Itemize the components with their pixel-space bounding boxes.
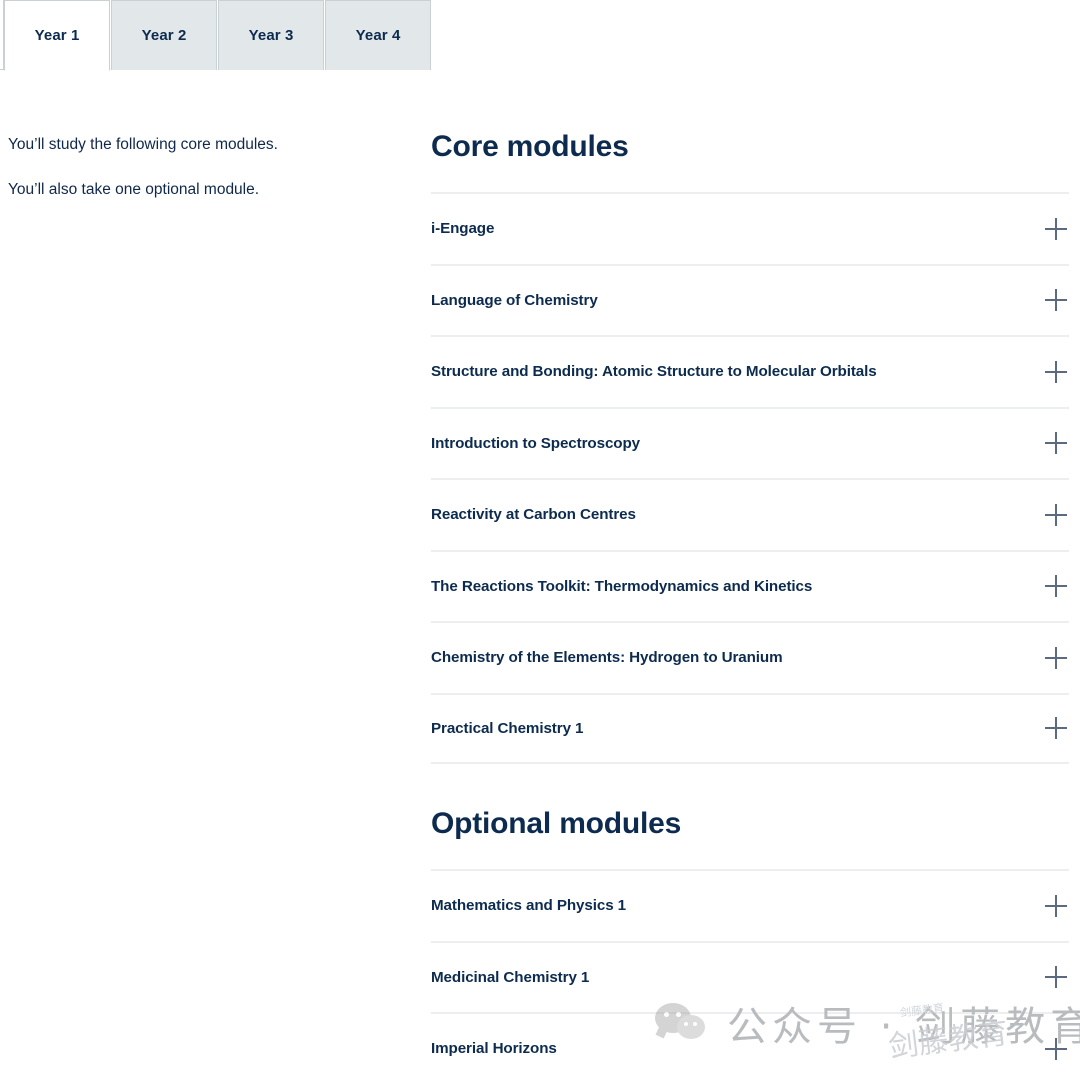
plus-icon[interactable] <box>1045 503 1067 526</box>
module-accordion-item[interactable]: Practical Chemistry 1 <box>431 692 1069 764</box>
module-title: Medicinal Chemistry 1 <box>431 968 590 986</box>
tab-year-2-label: Year 2 <box>141 27 187 44</box>
core-modules-heading: Core modules <box>431 130 629 163</box>
module-accordion-item[interactable]: Chemistry of the Elements: Hydrogen to U… <box>431 621 1069 693</box>
plus-icon[interactable] <box>1045 575 1067 598</box>
plus-icon[interactable] <box>1045 717 1067 740</box>
optional-modules-heading: Optional modules <box>431 807 682 840</box>
modules-column: Core modules i-Engage Language of Chemis… <box>431 130 1069 1077</box>
year-tab-bar: Year 1 Year 2 Year 3 Year 4 <box>0 0 1080 72</box>
intro-paragraph-core: You’ll study the following core modules. <box>8 136 278 153</box>
module-accordion-item[interactable]: i-Engage <box>431 192 1069 264</box>
plus-icon[interactable] <box>1045 1037 1067 1060</box>
tab-year-1[interactable]: Year 1 <box>4 0 110 71</box>
tab-year-3[interactable]: Year 3 <box>218 0 324 70</box>
plus-icon[interactable] <box>1045 894 1067 917</box>
tab-year-4-label: Year 4 <box>355 27 401 44</box>
module-title: Mathematics and Physics 1 <box>431 897 627 915</box>
plus-icon[interactable] <box>1045 289 1067 312</box>
module-accordion-item[interactable]: Imperial Horizons <box>431 1012 1069 1077</box>
module-accordion-item[interactable]: Mathematics and Physics 1 <box>431 869 1069 941</box>
module-title: Imperial Horizons <box>431 1040 557 1058</box>
plus-icon[interactable] <box>1045 646 1067 669</box>
plus-icon[interactable] <box>1045 360 1067 383</box>
module-title: Reactivity at Carbon Centres <box>431 506 636 524</box>
plus-icon[interactable] <box>1045 966 1067 989</box>
module-accordion-item[interactable]: Reactivity at Carbon Centres <box>431 478 1069 550</box>
module-title: Practical Chemistry 1 <box>431 719 584 737</box>
module-accordion-item[interactable]: Introduction to Spectroscopy <box>431 406 1069 479</box>
module-accordion-item[interactable]: Language of Chemistry <box>431 263 1069 336</box>
module-accordion-item[interactable]: Structure and Bonding: Atomic Structure … <box>431 335 1069 407</box>
intro-paragraph-optional: You’ll also take one optional module. <box>8 181 260 199</box>
module-accordion-item[interactable]: The Reactions Toolkit: Thermodynamics an… <box>431 549 1069 622</box>
optional-modules-list: Mathematics and Physics 1 Medicinal Chem… <box>431 869 1069 1077</box>
module-title: i-Engage <box>431 220 495 238</box>
module-accordion-item[interactable]: Medicinal Chemistry 1 <box>431 940 1069 1013</box>
module-title: Introduction to Spectroscopy <box>431 434 640 452</box>
intro-column: You’ll study the following core modules.… <box>8 134 398 225</box>
tab-year-4[interactable]: Year 4 <box>325 0 431 70</box>
plus-icon[interactable] <box>1045 217 1067 240</box>
module-title: Language of Chemistry <box>431 291 598 309</box>
tab-year-2[interactable]: Year 2 <box>111 0 217 70</box>
tab-year-1-label: Year 1 <box>34 27 80 44</box>
module-title: Structure and Bonding: Atomic Structure … <box>431 363 877 381</box>
course-modules-page: Year 1 Year 2 Year 3 Year 4 You’ll study… <box>0 0 1080 1077</box>
module-title: Chemistry of the Elements: Hydrogen to U… <box>431 649 783 667</box>
plus-icon[interactable] <box>1045 432 1067 455</box>
module-title: The Reactions Toolkit: Thermodynamics an… <box>431 577 813 595</box>
core-modules-list: i-Engage Language of Chemistry Structure… <box>431 192 1069 764</box>
tab-year-3-label: Year 3 <box>248 27 294 44</box>
